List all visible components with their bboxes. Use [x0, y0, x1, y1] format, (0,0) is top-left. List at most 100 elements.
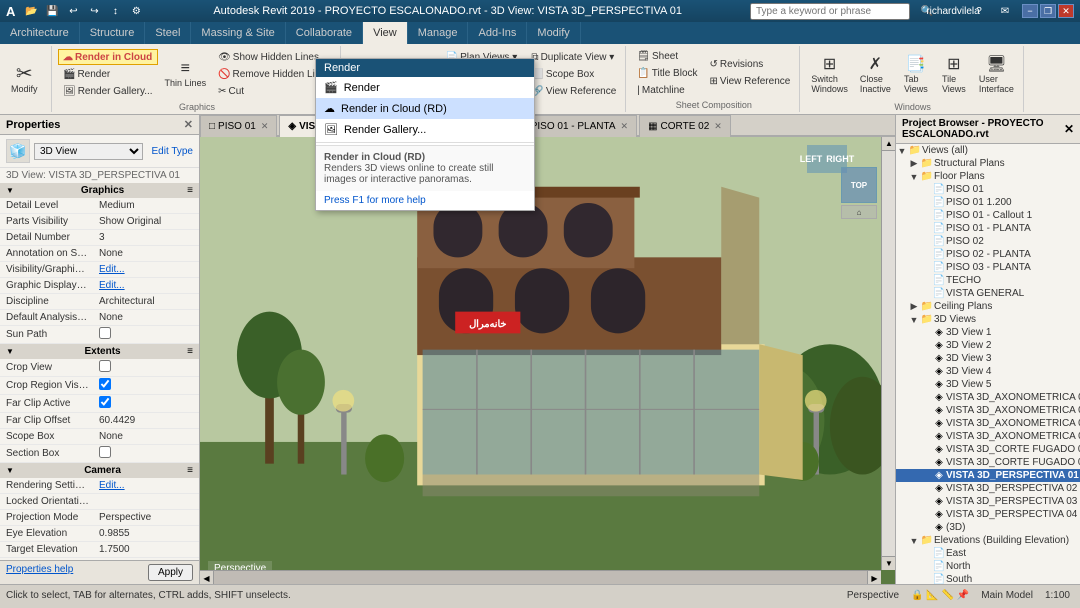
tab-corte02[interactable]: ▦ CORTE 02 ✕	[639, 115, 731, 137]
tab-modify[interactable]: Modify	[527, 22, 580, 44]
tab-piso01-close[interactable]: ✕	[261, 121, 269, 132]
tree-east[interactable]: 📄East	[896, 547, 1080, 560]
tree-piso01-callout[interactable]: 📄PISO 01 - Callout 1	[896, 209, 1080, 222]
tree-north[interactable]: 📄North	[896, 560, 1080, 573]
scope-box-button[interactable]: ⬜ Scope Box	[526, 66, 621, 82]
thin-lines-button[interactable]: ≡ Thin Lines	[160, 48, 212, 100]
3d-viewport-canvas[interactable]: خانه‌مرال LEFT RIGHT Perspective TOP ⌂	[200, 137, 895, 584]
nav-home-button[interactable]: ⌂	[841, 205, 877, 219]
tab-addins[interactable]: Add-Ins	[468, 22, 527, 44]
render-gallery-item[interactable]: 🖼 Render Gallery...	[316, 119, 534, 140]
tree-piso01[interactable]: 📄PISO 01	[896, 183, 1080, 196]
tree-floor-plans[interactable]: ▼ 📁 Floor Plans	[896, 170, 1080, 183]
properties-help-link[interactable]: Properties help	[6, 564, 73, 581]
tab-steel[interactable]: Steel	[145, 22, 191, 44]
switch-windows-button[interactable]: ⊞ SwitchWindows	[806, 48, 853, 100]
tree-piso01-planta[interactable]: 📄PISO 01 - PLANTA	[896, 222, 1080, 235]
tree-3dview3[interactable]: ◈3D View 3	[896, 352, 1080, 365]
tree-structural-plans[interactable]: ▶ 📁 Structural Plans	[896, 157, 1080, 170]
crop-region-checkbox[interactable]	[99, 378, 111, 390]
user-interface-button[interactable]: 🖥 UserInterface	[974, 48, 1019, 100]
tree-south[interactable]: 📄South	[896, 573, 1080, 584]
tree-3dview1[interactable]: ◈3D View 1	[896, 326, 1080, 339]
restore-button[interactable]: ❐	[1040, 4, 1056, 18]
tree-axono01[interactable]: ◈VISTA 3D_AXONOMETRICA 01	[896, 391, 1080, 404]
tree-ceiling-plans[interactable]: ▶📁Ceiling Plans	[896, 300, 1080, 313]
duplicate-view-button[interactable]: ⧉ Duplicate View ▾	[526, 49, 621, 65]
apply-button[interactable]: Apply	[148, 564, 193, 581]
graphics-section-header[interactable]: ▼ Graphics ≡	[0, 183, 199, 198]
user-account[interactable]: richardvilela	[944, 2, 962, 20]
close-inactive-button[interactable]: ✗ CloseInactive	[855, 48, 896, 100]
qa-save[interactable]: 💾	[43, 2, 61, 20]
project-browser-tree[interactable]: ▼ 📁 Views (all) ▶ 📁 Structural Plans ▼ 📁…	[896, 144, 1080, 584]
scroll-up-button[interactable]: ▲	[882, 137, 895, 151]
tab-corte-close[interactable]: ✕	[714, 121, 722, 132]
tree-perspectiva02[interactable]: ◈VISTA 3D_PERSPECTIVA 02	[896, 482, 1080, 495]
view-type-select[interactable]: 3D View	[34, 143, 143, 160]
qa-redo[interactable]: ↪	[85, 2, 103, 20]
tab-massing[interactable]: Massing & Site	[191, 22, 285, 44]
dropdown-shortcut[interactable]: Press F1 for more help	[316, 191, 534, 210]
tree-piso02[interactable]: 📄PISO 02	[896, 235, 1080, 248]
tab-planta-close[interactable]: ✕	[621, 121, 629, 132]
tab-collaborate[interactable]: Collaborate	[286, 22, 363, 44]
tree-views-all[interactable]: ▼ 📁 Views (all)	[896, 144, 1080, 157]
scroll-right-button[interactable]: ▶	[867, 571, 881, 584]
tab-piso01[interactable]: □ PISO 01 ✕	[200, 115, 277, 137]
render-button[interactable]: 🎬 Render	[58, 66, 158, 82]
help-icon[interactable]: ?	[970, 2, 988, 20]
tile-views-button[interactable]: ⊞ TileViews	[936, 48, 972, 100]
render-in-cloud-button[interactable]: ☁ Render in Cloud	[58, 49, 158, 65]
modify-button[interactable]: ✂ Modify	[6, 53, 43, 105]
tab-manage[interactable]: Manage	[408, 22, 469, 44]
tree-axono04[interactable]: ◈VISTA 3D_AXONOMETRICA 04	[896, 430, 1080, 443]
pb-close-button[interactable]: ✕	[1064, 122, 1074, 136]
tree-3dview2[interactable]: ◈3D View 2	[896, 339, 1080, 352]
properties-close-button[interactable]: ✕	[184, 118, 193, 131]
tree-elevations[interactable]: ▼📁Elevations (Building Elevation)	[896, 534, 1080, 547]
tree-axono03[interactable]: ◈VISTA 3D_AXONOMETRICA 03	[896, 417, 1080, 430]
minimize-button[interactable]: −	[1022, 4, 1038, 18]
revisions-button[interactable]: ↺ Revisions	[705, 57, 796, 73]
view-reference-button[interactable]: 🔗 View Reference	[526, 83, 621, 99]
tree-3dview5[interactable]: ◈3D View 5	[896, 378, 1080, 391]
sun-path-checkbox[interactable]	[99, 327, 111, 339]
tree-piso01-1200[interactable]: 📄PISO 01 1.200	[896, 196, 1080, 209]
camera-section-header[interactable]: ▼ Camera ≡	[0, 463, 199, 478]
far-clip-active-checkbox[interactable]	[99, 396, 111, 408]
properties-scroll[interactable]: ▼ Graphics ≡ Detail Level Medium Parts V…	[0, 183, 199, 560]
crop-view-checkbox[interactable]	[99, 360, 111, 372]
tab-architecture[interactable]: Architecture	[0, 22, 80, 44]
scroll-left-button[interactable]: ◀	[200, 571, 214, 584]
vertical-scrollbar[interactable]: ▲ ▼	[881, 137, 895, 570]
close-button[interactable]: ✕	[1058, 4, 1074, 18]
tree-perspectiva03[interactable]: ◈VISTA 3D_PERSPECTIVA 03	[896, 495, 1080, 508]
grid-guides-button[interactable]: ⊞ View Reference	[705, 74, 796, 90]
tab-views-button[interactable]: 📑 TabViews	[898, 48, 934, 100]
extents-section-header[interactable]: ▼ Extents ≡	[0, 344, 199, 359]
tree-techo[interactable]: 📄TECHO	[896, 274, 1080, 287]
tab-view[interactable]: View	[363, 22, 408, 44]
render-item[interactable]: 🎬 Render	[316, 77, 534, 98]
tree-3d-default[interactable]: ◈(3D)	[896, 521, 1080, 534]
tree-piso02-planta[interactable]: 📄PISO 02 - PLANTA	[896, 248, 1080, 261]
edit-type-link[interactable]: Edit Type	[151, 146, 193, 157]
title-block-button[interactable]: 📋 Title Block	[632, 65, 702, 81]
tree-corte-fugado02[interactable]: ◈VISTA 3D_CORTE FUGADO 02	[896, 456, 1080, 469]
prop-value-vis-graphics[interactable]: Edit...	[95, 263, 199, 276]
prop-value-graphic-disp[interactable]: Edit...	[95, 279, 199, 292]
tree-corte-fugado01[interactable]: ◈VISTA 3D_CORTE FUGADO 01	[896, 443, 1080, 456]
nav-cube[interactable]: TOP	[841, 167, 877, 203]
tree-vista-general[interactable]: 📄VISTA GENERAL	[896, 287, 1080, 300]
sheet-button[interactable]: 🗒 Sheet	[632, 48, 702, 64]
tree-axono02[interactable]: ◈VISTA 3D_AXONOMETRICA 02	[896, 404, 1080, 417]
qa-sync[interactable]: ↕	[106, 2, 124, 20]
tree-3d-views[interactable]: ▼📁3D Views	[896, 313, 1080, 326]
feedback-icon[interactable]: ✉	[996, 2, 1014, 20]
search-input[interactable]	[750, 3, 910, 20]
render-gallery-button[interactable]: 🖼 Render Gallery...	[58, 83, 158, 99]
section-box-checkbox[interactable]	[99, 446, 111, 458]
horizontal-scrollbar[interactable]: ◀ ▶	[200, 570, 881, 584]
qa-undo[interactable]: ↩	[64, 2, 82, 20]
